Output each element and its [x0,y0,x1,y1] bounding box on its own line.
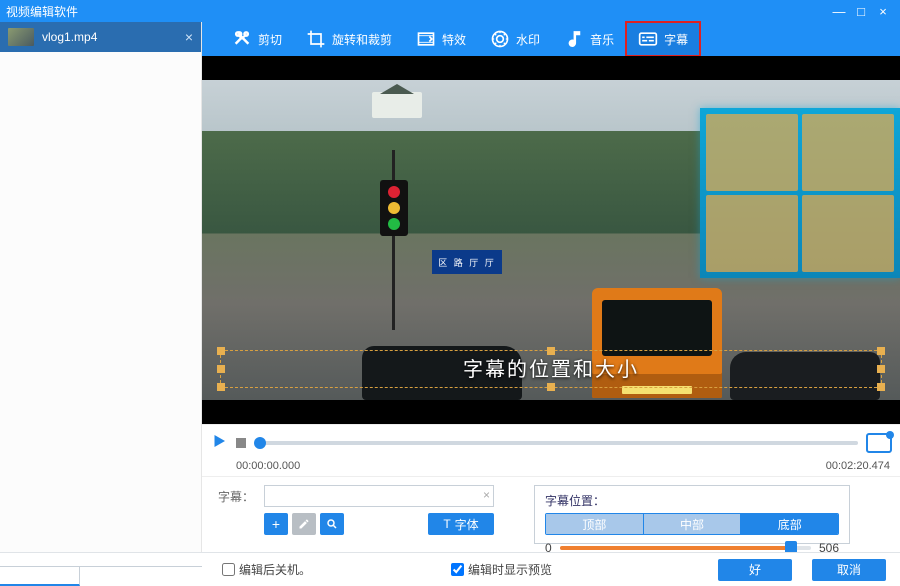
resize-handle-icon[interactable] [877,365,885,373]
shutdown-label: 编辑后关机。 [239,561,311,578]
remove-file-button[interactable]: × [185,29,193,45]
video-preview-area: 区 路 厅 厅 字幕的位置和大小 [202,56,900,424]
resize-handle-icon[interactable] [547,347,555,355]
tool-subtitle[interactable]: 字幕 [626,22,700,56]
play-button[interactable] [210,432,228,453]
tool-cut-label: 剪切 [258,31,282,48]
resize-handle-icon[interactable] [877,347,885,355]
close-window-button[interactable]: × [872,4,894,19]
tool-toolbar: 剪切 旋转和裁剪 特效 水印 音乐 字幕 [202,22,900,56]
subtitle-settings-panel: 字幕： × + T 字体 [202,476,900,552]
subtitle-text-input[interactable] [264,485,494,507]
add-subtitle-button[interactable]: + [264,513,288,535]
tool-watermark[interactable]: 水印 [478,22,552,56]
resize-handle-icon[interactable] [217,347,225,355]
font-button-label: 字体 [455,516,479,533]
tool-music[interactable]: 音乐 [552,22,626,56]
position-slider[interactable] [560,546,811,550]
bottom-tab-strip [0,566,202,586]
preview-checkbox[interactable] [451,563,464,576]
position-bottom-option[interactable]: 底部 [741,514,838,534]
seek-knob-icon[interactable] [254,437,266,449]
playback-bar [202,424,900,460]
tool-cut[interactable]: 剪切 [220,22,294,56]
subtitle-bounding-box[interactable] [220,350,882,388]
time-end: 00:02:20.474 [826,460,890,472]
file-thumbnail [8,28,34,46]
seek-track[interactable] [254,441,858,445]
bottom-tab[interactable] [0,567,80,586]
position-title: 字幕位置： [545,492,839,509]
shutdown-checkbox[interactable] [222,563,235,576]
music-note-icon [564,29,584,49]
subtitle-input-label: 字幕： [218,485,254,505]
scene-pole [392,150,395,330]
slider-fill [560,546,791,550]
tool-subtitle-label: 字幕 [664,31,688,48]
tool-rotate-crop[interactable]: 旋转和裁剪 [294,22,404,56]
search-subtitle-button[interactable] [320,513,344,535]
scene-billboard [700,108,900,278]
position-top-option[interactable]: 顶部 [546,514,644,534]
ok-button[interactable]: 好 [718,559,792,581]
subtitle-icon [638,29,658,49]
scissors-icon [232,29,252,49]
snapshot-button[interactable] [866,433,892,453]
video-frame[interactable]: 区 路 厅 厅 字幕的位置和大小 [202,80,900,400]
tool-effects[interactable]: 特效 [404,22,478,56]
title-bar: 视频编辑软件 — □ × [0,0,900,22]
scene-castle [372,92,422,118]
crop-icon [306,29,326,49]
tool-effects-label: 特效 [442,31,466,48]
tool-watermark-label: 水印 [516,31,540,48]
position-middle-option[interactable]: 中部 [644,514,742,534]
subtitle-position-panel: 字幕位置： 顶部 中部 底部 0 506 [534,485,850,544]
app-title: 视频编辑软件 [6,3,78,20]
preview-label: 编辑时显示预览 [468,561,552,578]
maximize-button[interactable]: □ [850,4,872,19]
footer-bar: 编辑后关机。 编辑时显示预览 好 取消 [0,552,900,586]
effects-icon [416,29,436,49]
watermark-icon [490,29,510,49]
scene-traffic-light [380,180,408,236]
cancel-button[interactable]: 取消 [812,559,886,581]
edit-subtitle-button[interactable] [292,513,316,535]
font-button[interactable]: T 字体 [428,513,494,535]
font-icon: T [443,517,450,531]
resize-handle-icon[interactable] [217,365,225,373]
shutdown-checkbox-group[interactable]: 编辑后关机。 [222,561,311,578]
resize-handle-icon[interactable] [547,383,555,391]
stop-button[interactable] [236,438,246,448]
resize-handle-icon[interactable] [217,383,225,391]
file-sidebar: vlog1.mp4 × [0,22,202,552]
tool-rotate-label: 旋转和裁剪 [332,31,392,48]
preview-checkbox-group[interactable]: 编辑时显示预览 [451,561,552,578]
resize-handle-icon[interactable] [877,383,885,391]
file-list-item[interactable]: vlog1.mp4 × [0,22,201,52]
file-name-label: vlog1.mp4 [42,30,97,44]
clear-input-button[interactable]: × [483,488,490,502]
time-start: 00:00:00.000 [236,460,300,472]
tool-music-label: 音乐 [590,31,614,48]
minimize-button[interactable]: — [828,4,850,19]
position-segmented-control: 顶部 中部 底部 [545,513,839,535]
scene-sign: 区 路 厅 厅 [432,250,502,274]
